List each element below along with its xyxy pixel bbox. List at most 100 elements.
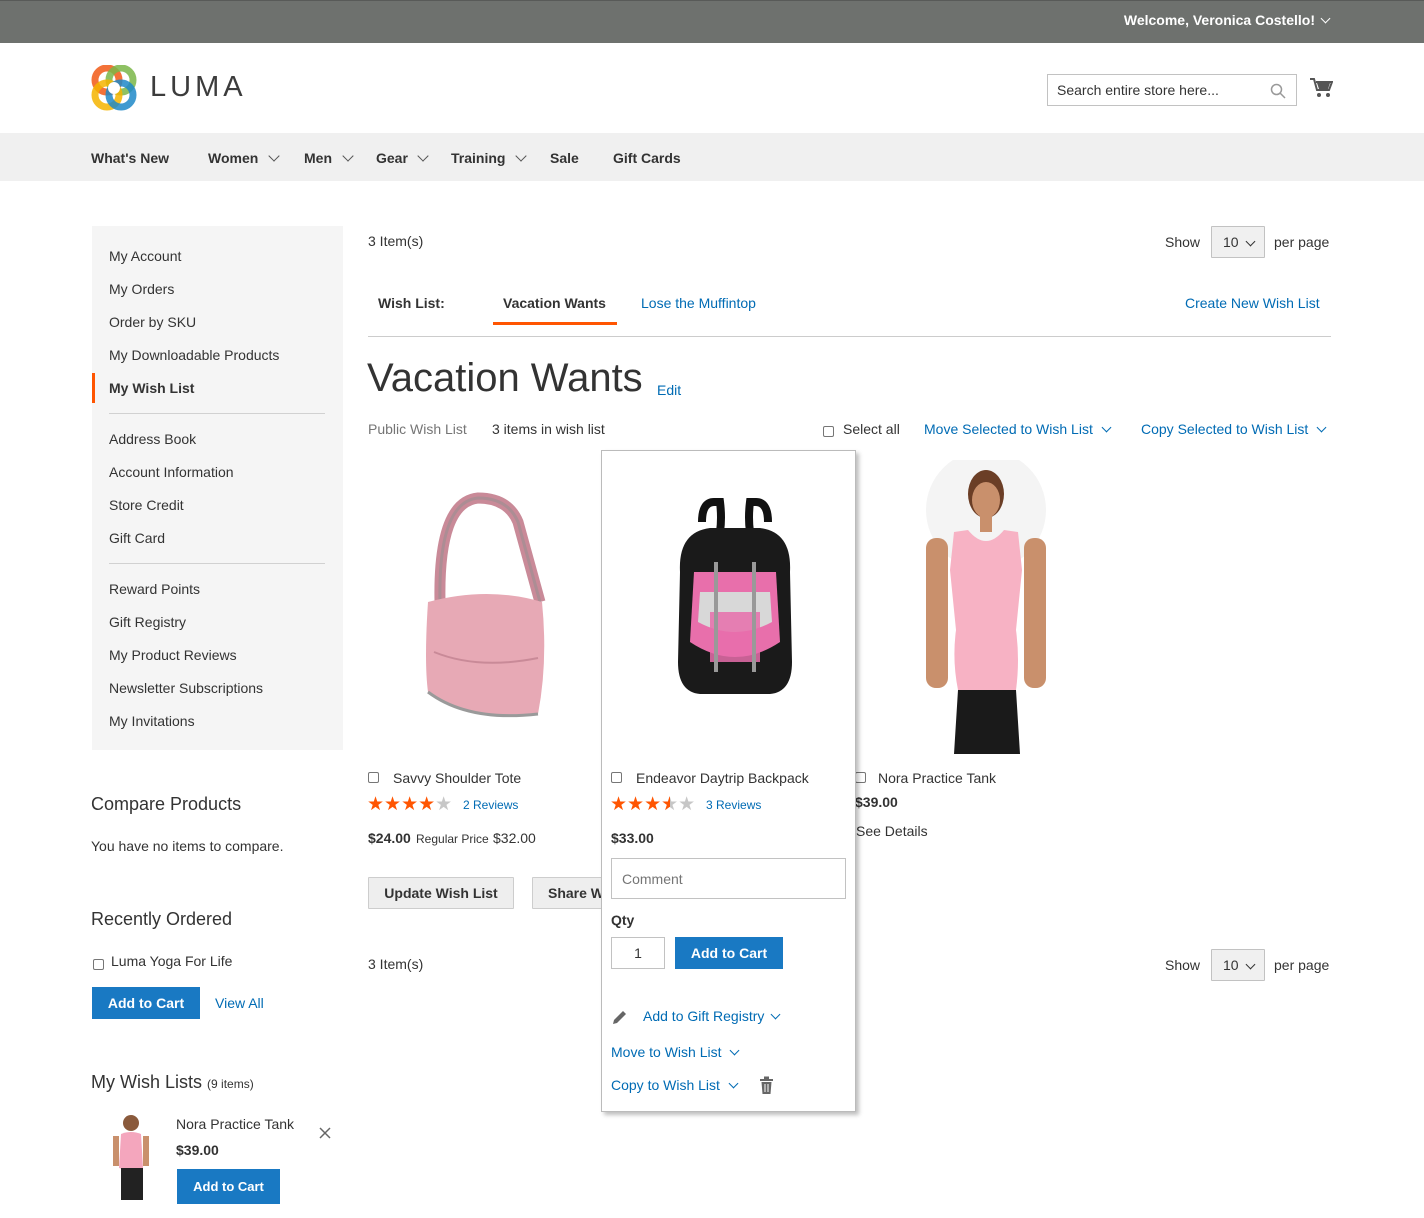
pencil-icon[interactable] [611, 1009, 628, 1026]
move-to-wishlist-dropdown[interactable]: Move to Wish List [611, 1044, 740, 1060]
sidebar-item-my-account[interactable]: My Account [109, 248, 181, 264]
copy-to-wishlist-dropdown[interactable]: Copy to Wish List [611, 1077, 739, 1093]
sidebar-item-address-book[interactable]: Address Book [109, 431, 196, 447]
tabs-divider [368, 336, 1331, 337]
product-price: $33.00 [611, 830, 654, 846]
sidebar-item-reward-points[interactable]: Reward Points [109, 581, 200, 597]
select-all-checkbox[interactable] [823, 426, 834, 437]
show-label: Show [1165, 234, 1201, 250]
product-price: $39.00 [855, 794, 898, 810]
nav-gear[interactable]: Gear [376, 150, 408, 166]
product-checkbox[interactable] [368, 772, 379, 783]
tab-lose-the-muffintop[interactable]: Lose the Muffintop [641, 295, 756, 311]
select-all-label[interactable]: Select all [843, 421, 900, 437]
active-indicator [92, 373, 95, 403]
add-to-gift-registry-dropdown[interactable]: Add to Gift Registry [643, 1008, 781, 1024]
copy-selected-dropdown[interactable]: Copy Selected to Wish List [1141, 421, 1327, 437]
sidebar-item-downloadable[interactable]: My Downloadable Products [109, 347, 279, 363]
logo-text: LUMA [150, 71, 247, 103]
qty-input[interactable] [611, 937, 665, 969]
nav-sale[interactable]: Sale [550, 150, 579, 166]
close-icon[interactable] [319, 1127, 331, 1139]
sidebar-item-account-information[interactable]: Account Information [109, 464, 234, 480]
compare-title: Compare Products [91, 794, 242, 814]
sidebar-item-my-orders[interactable]: My Orders [109, 281, 174, 297]
see-details-link[interactable]: See Details [856, 823, 928, 839]
nav-training[interactable]: Training [451, 150, 505, 166]
update-wishlist-button[interactable]: Update Wish List [368, 877, 514, 909]
per-page-label: per page [1274, 234, 1330, 250]
reviews-link[interactable]: 3 Reviews [706, 798, 761, 812]
sidebar-item-store-credit[interactable]: Store Credit [109, 497, 184, 513]
search-box[interactable] [1047, 74, 1297, 106]
chevron-down-icon [1101, 422, 1112, 433]
create-new-wishlist-link[interactable]: Create New Wish List [1185, 295, 1320, 311]
wishlist-sidebar-add-to-cart[interactable]: Add to Cart [177, 1169, 280, 1204]
sidebar-item-gift-registry[interactable]: Gift Registry [109, 614, 186, 630]
sidebar-item-order-by-sku[interactable]: Order by SKU [109, 314, 196, 330]
per-page-select-bottom[interactable]: 10 [1211, 949, 1265, 981]
chevron-down-icon [1320, 13, 1331, 24]
nav-men[interactable]: Men [304, 150, 332, 166]
page-title: Vacation Wants [367, 356, 643, 400]
chevron-down-icon [730, 1045, 740, 1056]
search-input[interactable] [1048, 75, 1258, 105]
add-to-cart-button[interactable]: Add to Cart [675, 937, 783, 969]
product-price: $24.00 [368, 830, 411, 846]
rating-stars: ★★★★★★ [610, 794, 696, 815]
search-icon[interactable] [1270, 83, 1286, 99]
product-name-nora-practice-tank[interactable]: Nora Practice Tank [878, 770, 996, 786]
product-name-savvy-shoulder-tote[interactable]: Savvy Shoulder Tote [393, 770, 521, 786]
per-page-value: 10 [1223, 234, 1239, 250]
nav-whats-new[interactable]: What's New [91, 150, 169, 166]
product-name-endeavor-daytrip-backpack[interactable]: Endeavor Daytrip Backpack [636, 770, 809, 786]
items-count-bottom: 3 Item(s) [368, 956, 424, 972]
nav-gift-cards[interactable]: Gift Cards [613, 150, 681, 166]
my-wishlists-title-text: My Wish Lists [91, 1072, 203, 1092]
sidebar-divider [109, 413, 325, 414]
trash-icon[interactable] [759, 1076, 774, 1095]
view-all-link[interactable]: View All [215, 995, 264, 1011]
wishlist-tabs-label: Wish List: [378, 295, 445, 311]
tab-vacation-wants[interactable]: Vacation Wants [503, 295, 606, 311]
endeavor-daytrip-backpack-image[interactable] [610, 462, 846, 752]
wishlist-visibility: Public Wish List [368, 421, 467, 437]
wishlist-sidebar-item-name[interactable]: Nora Practice Tank [176, 1116, 294, 1132]
active-tab-underline [493, 322, 617, 325]
product-checkbox[interactable] [611, 772, 622, 783]
nora-tank-thumbnail[interactable] [103, 1112, 157, 1206]
regular-price-label: Regular Price [416, 832, 489, 846]
recent-item-name[interactable]: Luma Yoga For Life [111, 953, 232, 969]
luma-logo-icon[interactable] [91, 65, 137, 111]
per-page-select[interactable]: 10 [1211, 226, 1265, 258]
account-sidebar [92, 226, 343, 750]
chevron-down-icon [728, 1078, 739, 1089]
sidebar-item-gift-card[interactable]: Gift Card [109, 530, 165, 546]
copy-to-wishlist-label: Copy to Wish List [611, 1077, 720, 1093]
wishlist-sidebar-item-price: $39.00 [176, 1142, 219, 1158]
rating-stars: ★★★★★ [367, 794, 453, 815]
nav-women[interactable]: Women [208, 150, 258, 166]
welcome-menu[interactable]: Welcome, Veronica Costello! [1124, 12, 1331, 28]
sidebar-divider [109, 563, 325, 564]
sidebar-item-product-reviews[interactable]: My Product Reviews [109, 647, 237, 663]
savvy-shoulder-tote-image[interactable] [368, 462, 600, 754]
reviews-link[interactable]: 2 Reviews [463, 798, 518, 812]
nora-practice-tank-image[interactable] [856, 460, 1088, 754]
edit-wishlist-link[interactable]: Edit [657, 382, 681, 398]
compare-empty-text: You have no items to compare. [91, 838, 284, 854]
show-label-bottom: Show [1165, 957, 1201, 973]
items-count: 3 Item(s) [368, 233, 424, 249]
sidebar-item-invitations[interactable]: My Invitations [109, 713, 195, 729]
wishlist-count: 3 items in wish list [492, 421, 605, 437]
chevron-down-icon [770, 1009, 781, 1020]
product-checkbox[interactable] [855, 772, 866, 783]
comment-textarea[interactable] [611, 858, 846, 899]
sidebar-item-newsletter[interactable]: Newsletter Subscriptions [109, 680, 263, 696]
move-selected-dropdown[interactable]: Move Selected to Wish List [924, 421, 1112, 437]
chevron-down-icon [1316, 422, 1327, 433]
gift-registry-label: Add to Gift Registry [643, 1008, 765, 1024]
recent-item-checkbox[interactable] [93, 959, 104, 970]
recent-add-to-cart-button[interactable]: Add to Cart [92, 987, 200, 1019]
cart-icon[interactable] [1309, 77, 1333, 99]
